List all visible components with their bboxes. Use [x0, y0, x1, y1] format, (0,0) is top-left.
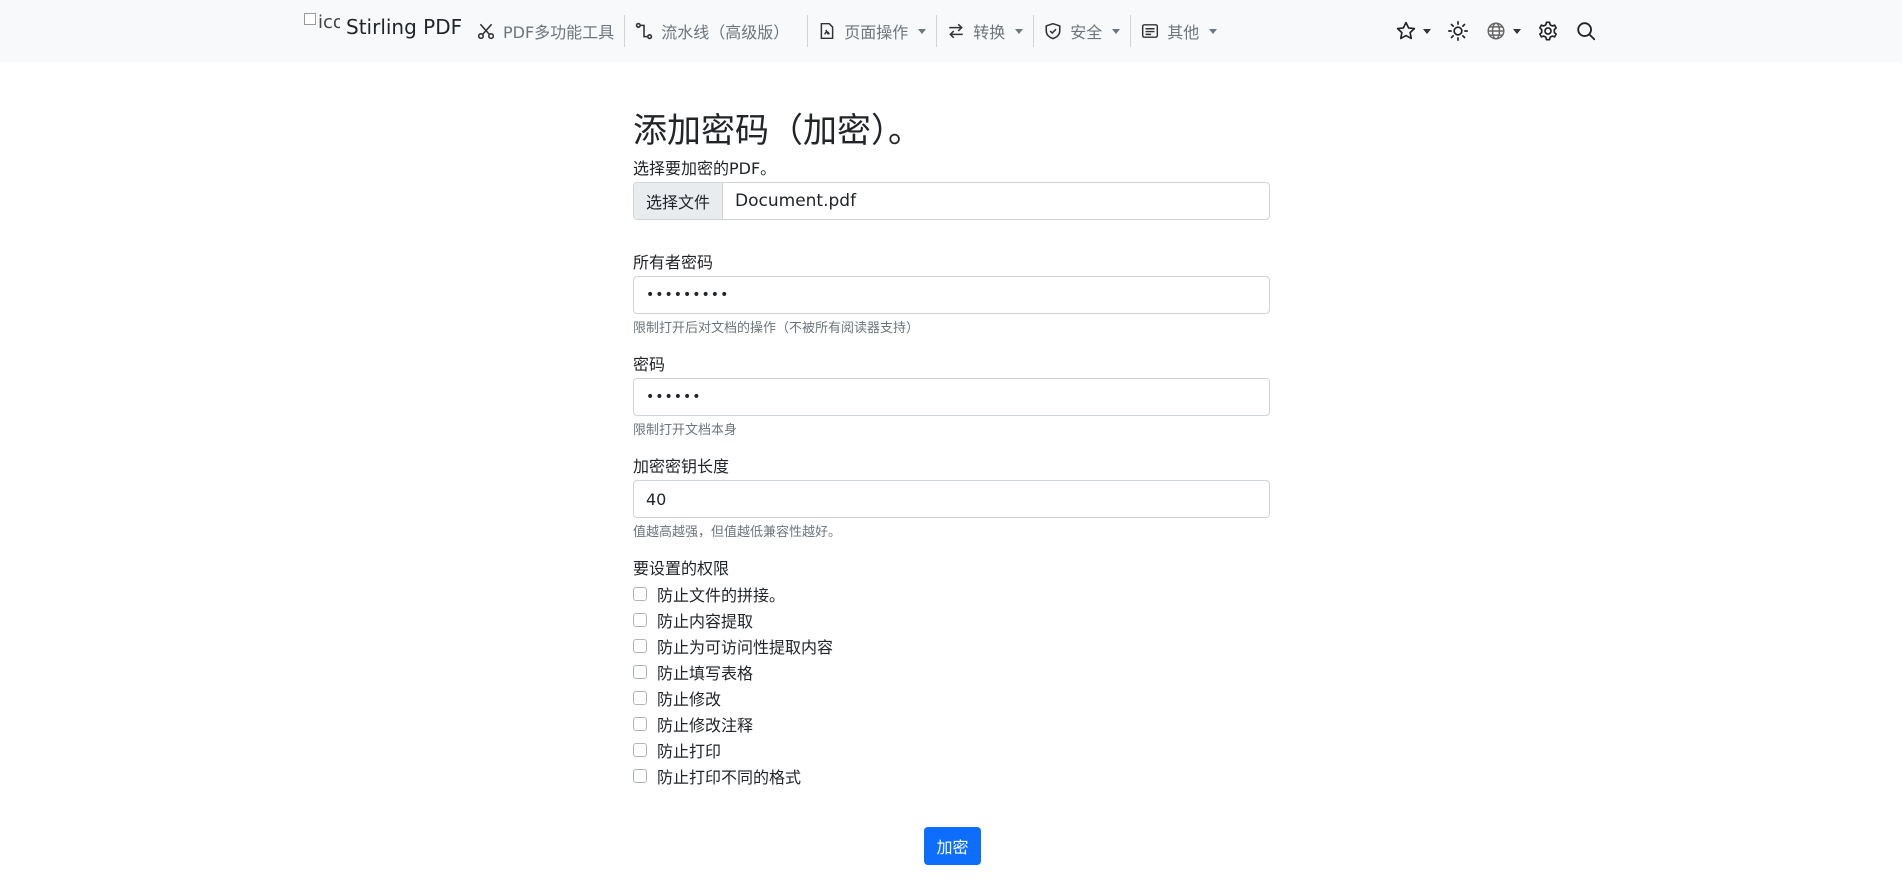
nav-pipeline[interactable]: 流水线（高级版）	[625, 11, 799, 51]
checkbox[interactable]	[633, 639, 647, 653]
permission-checkbox-printing[interactable]: 防止打印	[633, 737, 1270, 763]
permission-label: 防止修改	[657, 690, 722, 709]
nav-page-ops-label: 页面操作	[844, 23, 909, 42]
sun-icon	[1448, 21, 1468, 41]
scissors-icon	[477, 23, 495, 40]
nav-convert[interactable]: 转换	[937, 11, 1033, 51]
file-field: 选择要加密的PDF。 选择文件 Document.pdf	[633, 158, 1270, 220]
gear-icon	[1539, 21, 1557, 41]
chevron-down-icon	[1112, 28, 1121, 34]
language-dropdown[interactable]	[1477, 11, 1529, 51]
password-field: 密码 •••••• 限制打开文档本身	[633, 354, 1270, 440]
favorites-dropdown[interactable]	[1387, 11, 1439, 51]
search-button[interactable]	[1567, 11, 1605, 51]
permission-checkbox-extract-content[interactable]: 防止内容提取	[633, 607, 1270, 633]
star-icon	[1396, 21, 1416, 40]
permission-checkbox-printing-formats[interactable]: 防止打印不同的格式	[633, 763, 1270, 789]
brand-logo-broken-image: icon	[304, 12, 340, 42]
brand[interactable]: icon Stirling PDF	[304, 12, 462, 42]
nav-multi-tool[interactable]: PDF多功能工具	[467, 11, 624, 51]
file-label: 选择要加密的PDF。	[633, 159, 777, 178]
chevron-down-icon	[1015, 28, 1024, 34]
owner-password-field: 所有者密码 ••••••••• 限制打开后对文档的操作（不被所有阅读器支持）	[633, 252, 1270, 338]
checkbox[interactable]	[633, 769, 647, 783]
permission-label: 防止文件的拼接。	[657, 586, 786, 605]
top-navbar: icon Stirling PDF PDF多功能工具 流水线（高级版） 页面操作…	[0, 0, 1902, 62]
owner-password-help: 限制打开后对文档的操作（不被所有阅读器支持）	[633, 321, 920, 336]
choose-file-button[interactable]: 选择文件	[634, 183, 724, 219]
brand-name[interactable]: Stirling PDF	[346, 15, 462, 39]
file-pdf-icon	[820, 22, 834, 40]
navbar-right-tools	[1387, 0, 1605, 62]
settings-button[interactable]	[1529, 11, 1567, 51]
add-password-form: 添加密码（加密）。 选择要加密的PDF。 选择文件 Document.pdf 所…	[633, 106, 1270, 787]
arrows-exchange-icon	[949, 23, 963, 39]
key-length-field: 加密密钥长度 40 值越高越强，但值越低兼容性越好。	[633, 456, 1270, 542]
selected-file-name: Document.pdf	[735, 191, 857, 211]
nav-convert-label: 转换	[973, 23, 1006, 42]
password-value: ••••••	[646, 389, 702, 405]
owner-password-value: •••••••••	[646, 287, 730, 303]
nav-multi-tool-label: PDF多功能工具	[503, 23, 615, 42]
checkbox[interactable]	[633, 691, 647, 705]
checkbox[interactable]	[633, 587, 647, 601]
permissions-group: 要设置的权限 防止文件的拼接。 防止内容提取 防止为可访问性提取内容 防止填写表…	[633, 558, 1270, 789]
page-title: 添加密码（加密）。	[633, 111, 922, 151]
permission-checkbox-extract-accessibility[interactable]: 防止为可访问性提取内容	[633, 633, 1270, 659]
password-input[interactable]: ••••••	[633, 378, 1270, 416]
nav-other[interactable]: 其他	[1131, 11, 1227, 51]
main-nav: PDF多功能工具 流水线（高级版） 页面操作 转换 安全 其他	[467, 0, 1227, 62]
pipeline-icon	[635, 22, 653, 40]
checkbox[interactable]	[633, 613, 647, 627]
permission-checkbox-modify-annotations[interactable]: 防止修改注释	[633, 711, 1270, 737]
chevron-down-icon	[1209, 28, 1218, 34]
theme-toggle[interactable]	[1439, 11, 1477, 51]
nav-security[interactable]: 安全	[1034, 11, 1130, 51]
permission-label: 防止打印	[657, 742, 722, 761]
password-label: 密码	[633, 355, 666, 374]
owner-password-input[interactable]: •••••••••	[633, 276, 1270, 314]
permissions-label: 要设置的权限	[633, 559, 730, 578]
card-text-icon	[1142, 24, 1159, 38]
nav-security-label: 安全	[1070, 23, 1103, 42]
permission-label: 防止内容提取	[657, 612, 754, 631]
permission-checkbox-modify[interactable]: 防止修改	[633, 685, 1270, 711]
globe-icon	[1487, 22, 1505, 40]
brand-logo-alt: icon	[318, 12, 340, 33]
checkbox[interactable]	[633, 743, 647, 757]
chevron-down-icon	[1513, 28, 1521, 34]
permission-checkbox-assembly[interactable]: 防止文件的拼接。	[633, 581, 1270, 607]
key-length-value: 40	[646, 489, 667, 509]
checkbox[interactable]	[633, 717, 647, 731]
permission-label: 防止打印不同的格式	[657, 768, 802, 787]
file-input[interactable]: 选择文件 Document.pdf	[633, 182, 1270, 220]
permission-checkbox-fill-forms[interactable]: 防止填写表格	[633, 659, 1270, 685]
nav-page-ops[interactable]: 页面操作	[808, 11, 936, 51]
chevron-down-icon	[918, 28, 927, 34]
checkbox[interactable]	[633, 665, 647, 679]
owner-password-label: 所有者密码	[633, 253, 714, 272]
chevron-down-icon	[1423, 28, 1431, 34]
nav-other-label: 其他	[1167, 23, 1200, 42]
key-length-input[interactable]: 40	[633, 480, 1270, 518]
permission-label: 防止修改注释	[657, 716, 754, 735]
permission-label: 防止填写表格	[657, 664, 754, 683]
shield-icon	[1045, 22, 1061, 40]
key-length-label: 加密密钥长度	[633, 457, 730, 476]
permission-label: 防止为可访问性提取内容	[657, 638, 834, 657]
encrypt-submit-button[interactable]: 加密	[924, 827, 981, 865]
password-help: 限制打开文档本身	[633, 423, 738, 438]
search-icon	[1577, 22, 1596, 41]
nav-pipeline-label: 流水线（高级版）	[661, 23, 790, 42]
key-length-help: 值越高越强，但值越低兼容性越好。	[633, 525, 842, 540]
